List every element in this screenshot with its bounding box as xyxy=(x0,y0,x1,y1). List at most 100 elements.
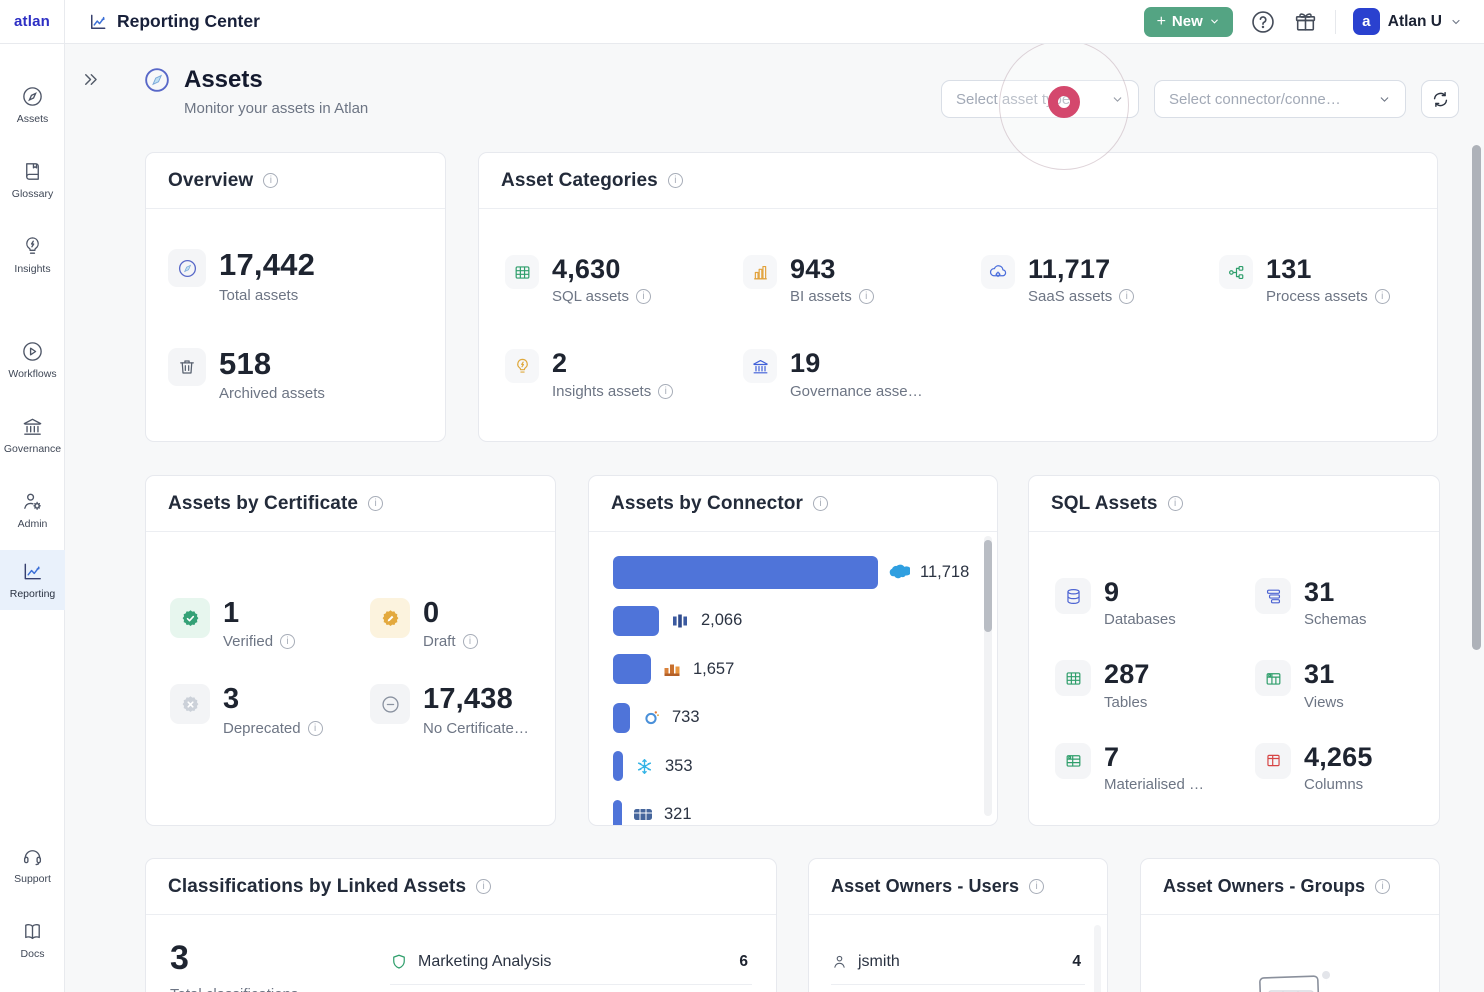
looker-icon xyxy=(640,707,662,729)
classification-row[interactable]: Marketing Analysis 6 xyxy=(390,939,752,985)
info-icon[interactable] xyxy=(636,289,651,304)
bar-row: 2,066 xyxy=(613,597,971,646)
info-icon[interactable] xyxy=(263,173,278,188)
info-icon[interactable] xyxy=(1029,879,1044,894)
sql-assets-card: SQL Assets 9 Databases 31 Schemas xyxy=(1028,475,1440,826)
card-title: Assets by Certificate xyxy=(168,493,358,515)
snowflake-icon xyxy=(633,755,655,777)
materialised-view-icon xyxy=(1055,743,1091,779)
info-icon[interactable] xyxy=(658,384,673,399)
user-avatar xyxy=(1353,8,1380,35)
salesforce-bar[interactable] xyxy=(613,556,878,589)
chart-scrollbar-track xyxy=(984,536,992,816)
atlan-logo[interactable]: atlan xyxy=(0,0,65,44)
asset-type-select[interactable]: Select asset type xyxy=(941,80,1139,118)
mysql-bar[interactable] xyxy=(613,800,622,826)
draft-stat: 0 Draft xyxy=(370,598,555,650)
snowflake-bar[interactable] xyxy=(613,751,623,781)
owner-user-row[interactable]: jsmith 4 xyxy=(831,939,1085,985)
info-icon[interactable] xyxy=(1168,496,1183,511)
insights-assets-stat: 2 Insights assets xyxy=(505,349,743,399)
info-icon[interactable] xyxy=(308,721,323,736)
chart-scrollbar-thumb[interactable] xyxy=(984,540,992,632)
info-icon[interactable] xyxy=(1375,879,1390,894)
info-icon[interactable] xyxy=(813,496,828,511)
new-button[interactable]: New xyxy=(1144,7,1233,37)
trash-icon xyxy=(168,348,206,386)
draft-badge-icon xyxy=(370,598,410,638)
mysql-icon xyxy=(632,804,654,826)
refresh-button[interactable] xyxy=(1421,80,1459,118)
sidebar-item-insights[interactable]: Insights xyxy=(0,225,65,285)
info-icon[interactable] xyxy=(859,289,874,304)
card-title: SQL Assets xyxy=(1051,493,1158,515)
collapse-sidebar-icon[interactable] xyxy=(81,70,100,89)
tables-stat: 287 Tables xyxy=(1055,660,1255,710)
shield-icon xyxy=(390,953,408,971)
info-icon[interactable] xyxy=(476,879,491,894)
info-icon[interactable] xyxy=(280,634,295,649)
bar-row: 353 xyxy=(613,742,971,791)
sidebar-item-assets[interactable]: Assets xyxy=(0,75,65,135)
bulb-icon xyxy=(505,349,539,383)
info-icon[interactable] xyxy=(1119,289,1134,304)
tableau-bar[interactable] xyxy=(613,606,659,636)
topbar-divider xyxy=(1335,10,1336,34)
gift-icon[interactable] xyxy=(1293,9,1318,34)
bar-row: 321 xyxy=(613,791,971,827)
info-icon[interactable] xyxy=(1375,289,1390,304)
cloud-gear-icon xyxy=(981,255,1015,289)
page-title: Assets xyxy=(184,66,263,94)
classifications-card: Classifications by Linked Assets 3 Total… xyxy=(145,858,777,992)
deprecated-badge-icon xyxy=(170,684,210,724)
info-icon[interactable] xyxy=(368,496,383,511)
sidebar-item-governance[interactable]: Governance xyxy=(0,405,65,465)
connector-select[interactable]: Select connector/conne… xyxy=(1154,80,1406,118)
bank-icon xyxy=(21,415,44,438)
asset-categories-card: Asset Categories 4,630 SQL assets 943 xyxy=(478,152,1438,442)
top-bar: atlan Reporting Center New Atlan U xyxy=(0,0,1484,44)
sidebar-item-workflows[interactable]: Workflows xyxy=(0,330,65,390)
asset-owners-users-card: Asset Owners - Users jsmith 4 xyxy=(808,858,1108,992)
info-icon[interactable] xyxy=(668,173,683,188)
sidebar-item-docs[interactable]: Docs xyxy=(0,910,65,970)
saas-assets-stat: 11,717 SaaS assets xyxy=(981,255,1219,305)
user-menu[interactable]: Atlan U xyxy=(1353,8,1462,35)
chevron-down-icon xyxy=(1209,16,1220,27)
process-assets-stat: 131 Process assets xyxy=(1219,255,1437,305)
sql-assets-stat: 4,630 SQL assets xyxy=(505,255,743,305)
bar-row: 1,657 xyxy=(613,645,971,694)
redshift-icon xyxy=(661,658,683,680)
card-title: Asset Owners - Users xyxy=(831,876,1019,897)
no-certificate-stat: 17,438 No Certificate… xyxy=(370,684,555,736)
deprecated-stat: 3 Deprecated xyxy=(170,684,370,736)
help-icon[interactable] xyxy=(1250,9,1276,35)
app-title: Reporting Center xyxy=(117,11,260,32)
user-name: Atlan U xyxy=(1388,13,1442,31)
info-icon[interactable] xyxy=(463,634,478,649)
sidebar-item-reporting[interactable]: Reporting xyxy=(0,550,65,610)
list-scrollbar[interactable] xyxy=(1094,925,1101,992)
chevron-down-icon xyxy=(1111,93,1124,106)
user-gear-icon xyxy=(21,490,44,513)
sidebar-item-glossary[interactable]: Glossary xyxy=(0,150,65,210)
play-circle-icon xyxy=(21,340,44,363)
materialised-views-stat: 7 Materialised … xyxy=(1055,743,1255,793)
minus-circle-icon xyxy=(370,684,410,724)
tableau-icon xyxy=(669,610,691,632)
governance-assets-stat: 19 Governance asse… xyxy=(743,349,981,399)
sidebar-item-support[interactable]: Support xyxy=(0,835,65,895)
looker-bar[interactable] xyxy=(613,703,630,733)
page-scrollbar-thumb[interactable] xyxy=(1472,145,1481,650)
total-classifications-value: 3 xyxy=(170,939,390,978)
schema-icon xyxy=(1255,578,1291,614)
redshift-bar[interactable] xyxy=(613,654,651,684)
views-stat: 31 Views xyxy=(1255,660,1439,710)
bank-icon xyxy=(743,349,777,383)
sidebar-item-admin[interactable]: Admin xyxy=(0,480,65,540)
total-assets-stat: 17,442 Total assets xyxy=(168,249,423,304)
overview-card: Overview 17,442 Total assets 518 Arch xyxy=(145,152,446,442)
columns-stat: 4,265 Columns xyxy=(1255,743,1439,793)
headset-icon xyxy=(21,845,44,868)
database-icon xyxy=(1055,578,1091,614)
